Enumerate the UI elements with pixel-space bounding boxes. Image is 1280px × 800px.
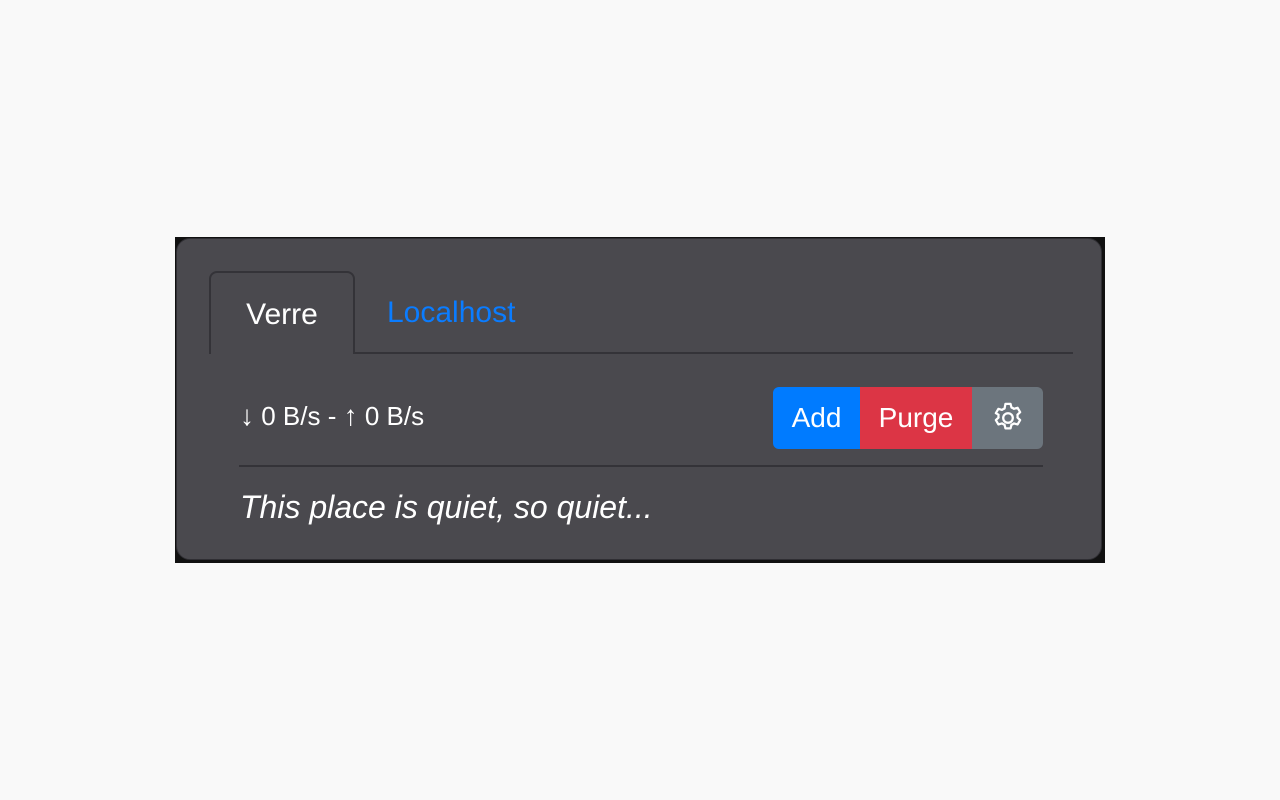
upload-arrow-icon: ↑ (343, 400, 358, 431)
add-button[interactable]: Add (773, 387, 860, 449)
section-divider (239, 465, 1043, 467)
app-frame: Verre Localhost ↓ 0 B/s - ↑ 0 B/s Add Pu… (175, 237, 1105, 563)
torrent-panel: Verre Localhost ↓ 0 B/s - ↑ 0 B/s Add Pu… (176, 238, 1102, 560)
upload-rate: 0 B/s (364, 401, 425, 431)
server-tabs: Verre Localhost (209, 271, 1073, 354)
settings-button[interactable] (972, 387, 1043, 449)
tab-localhost[interactable]: Localhost (387, 271, 529, 354)
empty-state-message: This place is quiet, so quiet... (240, 489, 653, 525)
purge-button[interactable]: Purge (860, 387, 972, 449)
transfer-speed: ↓ 0 B/s - ↑ 0 B/s (240, 399, 424, 433)
download-arrow-icon: ↓ (240, 400, 254, 431)
speed-separator: - (327, 401, 337, 431)
tab-verre[interactable]: Verre (209, 271, 355, 354)
action-button-group: Add Purge (773, 387, 1043, 449)
gear-icon (994, 402, 1021, 430)
download-rate: 0 B/s (261, 401, 321, 431)
